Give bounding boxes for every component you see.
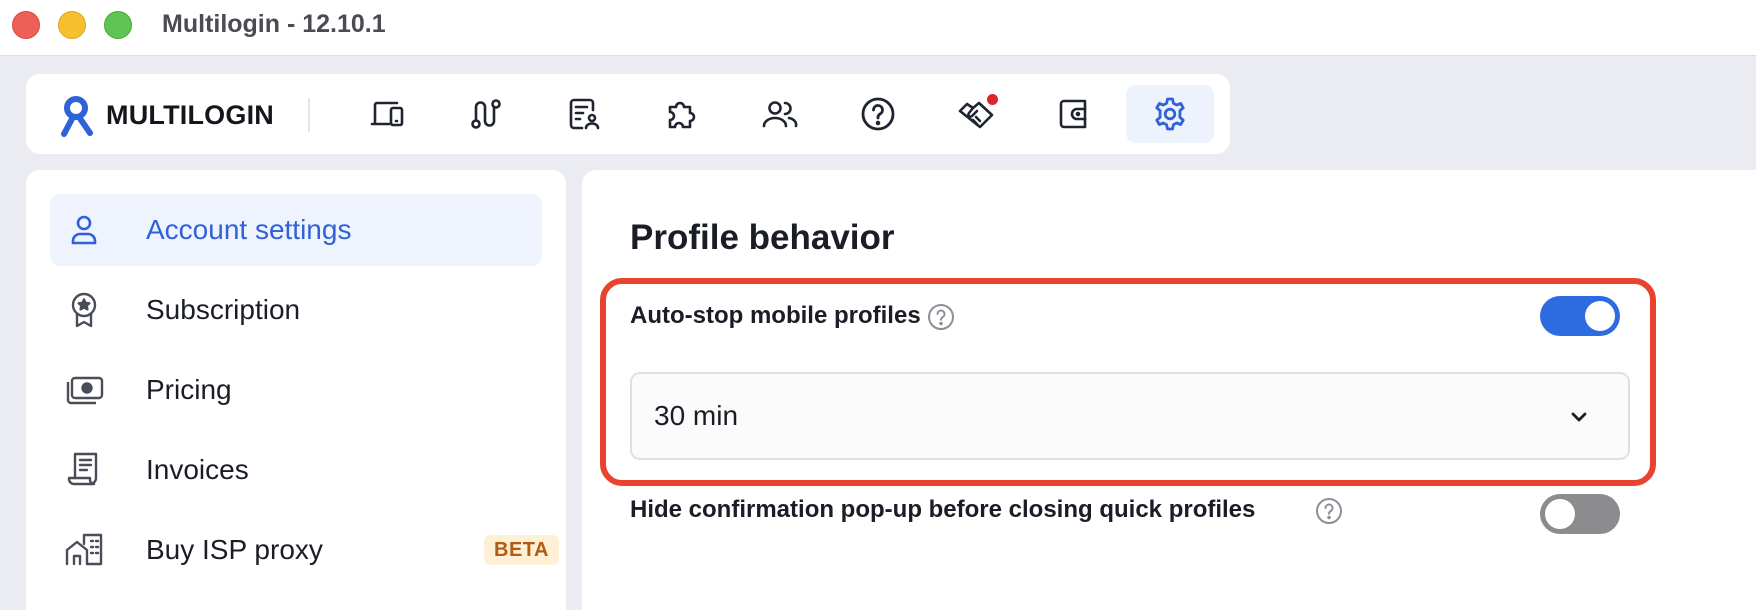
brand-name: MULTILOGIN xyxy=(106,99,274,130)
minimize-window-button[interactable] xyxy=(58,11,86,39)
nav-devices-button[interactable] xyxy=(344,85,432,143)
sidebar-item-label: Subscription xyxy=(146,294,301,325)
sidebar-item-buy-isp-proxy[interactable]: Buy ISP proxy BETA xyxy=(50,514,559,586)
sidebar-item-account-settings[interactable]: Account settings xyxy=(50,194,542,266)
window-title: Multilogin - 12.10.1 xyxy=(162,10,386,38)
buildings-icon xyxy=(64,530,104,570)
sidebar-item-label: Invoices xyxy=(146,454,249,485)
user-icon xyxy=(64,210,104,250)
sidebar-item-subscription[interactable]: Subscription xyxy=(50,274,542,346)
sidebar-item-label: Buy ISP proxy xyxy=(146,534,323,565)
notification-dot xyxy=(987,94,998,105)
nav-help-button[interactable] xyxy=(834,85,922,143)
nav-settings-button[interactable] xyxy=(1126,85,1214,143)
brand-logo[interactable]: MULTILOGIN xyxy=(56,94,274,137)
nav-divider xyxy=(308,98,310,132)
settings-main-panel: Profile behavior Auto-stop mobile profil… xyxy=(582,170,1756,610)
sidebar-item-pricing[interactable]: Pricing xyxy=(50,354,542,426)
select-value: 30 min xyxy=(654,400,739,431)
toggle-knob xyxy=(1585,301,1615,331)
setting-label: Hide confirmation pop-up before closing … xyxy=(630,496,1256,523)
devices-icon xyxy=(370,101,404,127)
team-users-icon xyxy=(762,101,798,128)
top-navigation: MULTILOGIN xyxy=(26,74,1230,154)
beta-badge: BETA xyxy=(484,535,559,565)
question-help-icon[interactable] xyxy=(926,302,956,332)
auto-stop-toggle[interactable] xyxy=(1540,296,1620,336)
extension-puzzle-icon xyxy=(668,101,696,129)
nav-team-button[interactable] xyxy=(736,85,824,143)
close-window-button[interactable] xyxy=(12,11,40,39)
profile-list-icon xyxy=(569,98,600,130)
gear-icon xyxy=(1155,97,1185,131)
nav-profiles-button[interactable] xyxy=(540,85,628,143)
sidebar-item-label: Account settings xyxy=(146,214,352,245)
nav-affiliate-button[interactable] xyxy=(932,85,1020,143)
settings-sidebar: Account settings Subscription Pricing In… xyxy=(26,170,566,610)
toggle-knob xyxy=(1545,499,1575,529)
nav-route-button[interactable] xyxy=(442,85,530,143)
award-badge-icon xyxy=(64,290,104,330)
nav-wallet-button[interactable] xyxy=(1030,85,1118,143)
route-icon xyxy=(471,99,501,129)
hide-confirmation-toggle[interactable] xyxy=(1540,494,1620,534)
setting-auto-stop-mobile-profiles: Auto-stop mobile profiles xyxy=(630,296,1630,338)
setting-label: Auto-stop mobile profiles xyxy=(630,302,921,329)
maximize-window-button[interactable] xyxy=(104,11,132,39)
sidebar-item-invoices[interactable]: Invoices xyxy=(50,434,542,506)
wallet-icon xyxy=(1059,99,1087,129)
chevron-down-icon xyxy=(1566,404,1592,430)
receipt-icon xyxy=(64,450,104,490)
nav-extensions-button[interactable] xyxy=(638,85,726,143)
auto-stop-duration-select[interactable]: 30 min xyxy=(630,372,1630,460)
window-titlebar: Multilogin - 12.10.1 xyxy=(0,0,1756,56)
sidebar-item-label: Pricing xyxy=(146,374,232,405)
question-help-icon[interactable] xyxy=(1314,496,1344,526)
help-icon xyxy=(861,97,895,131)
cash-icon xyxy=(64,370,104,410)
section-title: Profile behavior xyxy=(630,218,895,257)
multilogin-logo-icon xyxy=(61,96,93,137)
setting-hide-confirmation-popup: Hide confirmation pop-up before closing … xyxy=(630,490,1630,534)
